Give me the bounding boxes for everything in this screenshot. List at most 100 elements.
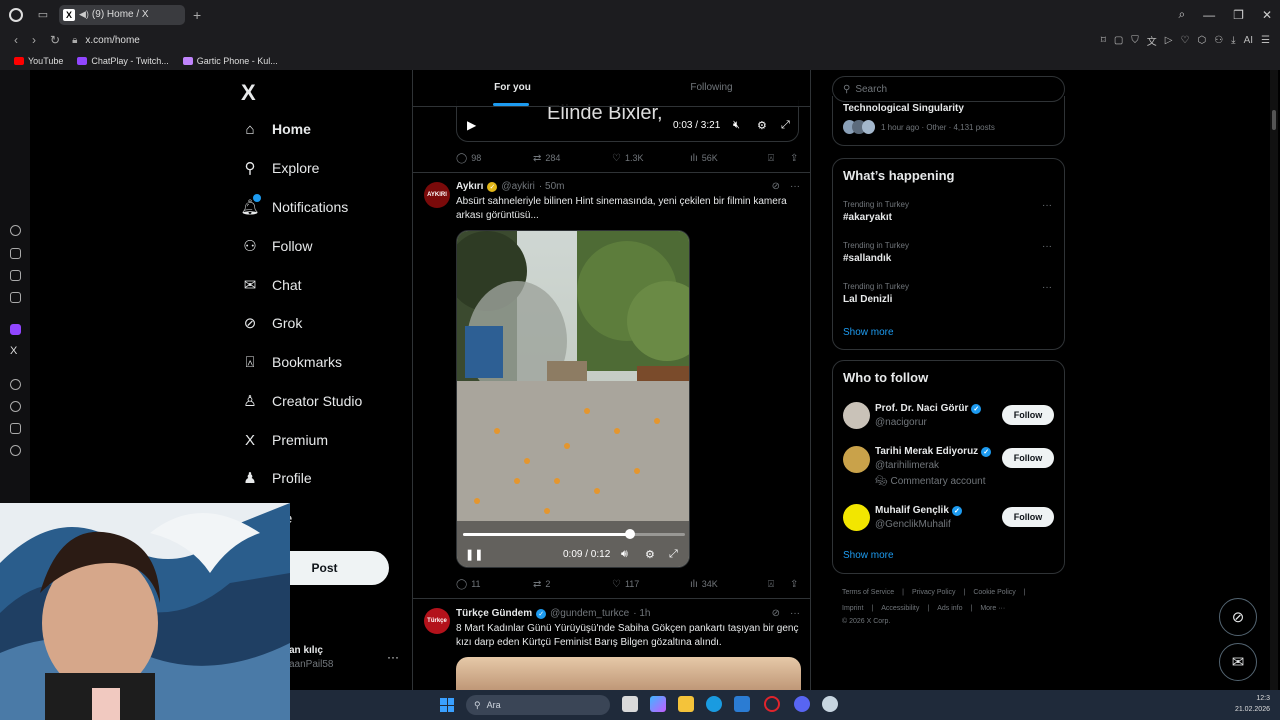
store-icon[interactable] bbox=[734, 696, 750, 712]
account-icon[interactable]: ⚇ bbox=[1214, 35, 1223, 46]
reply-button[interactable]: ◯ 98 bbox=[456, 153, 533, 164]
bookmark-chatplay[interactable]: ChatPlay - Twitch... bbox=[77, 56, 169, 66]
taskbar-search[interactable]: ⚲ Ara bbox=[466, 695, 610, 715]
like-button[interactable]: ♡ 1.3K bbox=[612, 153, 690, 164]
repost-button[interactable]: ⇄ 284 bbox=[533, 153, 612, 164]
maximize-button[interactable]: ❐ bbox=[1233, 8, 1244, 22]
sidebar-settings-icon[interactable] bbox=[10, 445, 21, 456]
account-name[interactable]: an kılıç bbox=[289, 645, 323, 656]
translate-icon[interactable]: 文 bbox=[1147, 33, 1157, 48]
follow-suggestion-handle[interactable]: @GenclikMuhalif bbox=[875, 519, 951, 530]
nav-explore[interactable]: ⚲ Explore bbox=[241, 159, 320, 177]
play-icon[interactable]: ▶ bbox=[467, 118, 476, 132]
more-icon[interactable]: ··· bbox=[1042, 200, 1052, 211]
sidebar-notes-icon[interactable] bbox=[10, 270, 21, 281]
follow-suggestion-handle[interactable]: @tarihilimerak bbox=[875, 460, 939, 471]
browser-tab[interactable]: X ◀) (9) Home / X bbox=[59, 4, 185, 25]
menu-icon[interactable]: ☰ bbox=[1261, 35, 1270, 46]
speaker-icon[interactable]: ◀) bbox=[79, 9, 89, 20]
steam-icon[interactable] bbox=[822, 696, 838, 712]
sidebar-m-icon[interactable] bbox=[10, 292, 21, 303]
video-player[interactable]: ❚❚ 0:09 / 0:12 🔊︎ ⚙ ⤢ bbox=[456, 230, 690, 568]
x-logo-icon[interactable]: X bbox=[241, 80, 256, 106]
views-button[interactable]: ılı 56K bbox=[690, 153, 768, 164]
footer-link[interactable]: Privacy Policy bbox=[912, 589, 956, 596]
grok-icon[interactable]: ⊘ bbox=[772, 608, 780, 619]
sidebar-extensions-icon[interactable] bbox=[10, 423, 21, 434]
tweet-author-handle[interactable]: @aykiri bbox=[501, 181, 535, 192]
footer-link[interactable]: More ··· bbox=[980, 605, 1005, 612]
bookmark-youtube[interactable]: YouTube bbox=[14, 56, 63, 66]
grok-float-button[interactable]: ⊘ bbox=[1219, 598, 1257, 636]
footer-link[interactable]: Imprint bbox=[842, 605, 863, 612]
share-button[interactable]: ⇪ bbox=[790, 579, 798, 590]
volume-icon[interactable]: 🔊︎ bbox=[621, 548, 628, 561]
messages-float-button[interactable]: ✉ bbox=[1219, 643, 1257, 681]
video-progress-bar[interactable] bbox=[463, 529, 685, 539]
opera-taskbar-icon[interactable] bbox=[764, 696, 780, 712]
bookmark-button[interactable]: ⍓ bbox=[768, 579, 790, 590]
footer-link[interactable]: Ads info bbox=[937, 605, 962, 612]
tab-following[interactable]: Following bbox=[612, 70, 810, 106]
avatar[interactable] bbox=[843, 402, 870, 429]
more-icon[interactable]: ··· bbox=[790, 608, 800, 619]
show-more-link[interactable]: Show more bbox=[843, 550, 894, 561]
sidebar-history-icon[interactable] bbox=[10, 225, 21, 236]
scrollbar-thumb[interactable] bbox=[1272, 110, 1276, 130]
bookmark-button[interactable]: ⍓ bbox=[768, 153, 790, 164]
show-more-link[interactable]: Show more bbox=[843, 327, 894, 338]
trend-item[interactable]: #sallandık bbox=[843, 253, 891, 264]
search-tabs-icon[interactable]: ⌕ bbox=[1178, 7, 1185, 22]
copilot-icon[interactable] bbox=[650, 696, 666, 712]
more-icon[interactable]: ··· bbox=[1042, 241, 1052, 252]
avatar[interactable]: AYKIRI bbox=[424, 182, 450, 208]
nav-bookmarks[interactable]: ⍓ Bookmarks bbox=[241, 353, 342, 371]
play-icon[interactable]: ▷ bbox=[1165, 35, 1173, 46]
nav-home[interactable]: ⌂ Home bbox=[241, 120, 310, 138]
new-tab-button[interactable]: + bbox=[193, 7, 201, 23]
sidebar-twitch-icon[interactable] bbox=[10, 324, 21, 335]
avatar[interactable] bbox=[843, 504, 870, 531]
sidebar-wallet-icon[interactable] bbox=[10, 248, 21, 259]
bookmark-page-icon[interactable]: ⌑ bbox=[1101, 35, 1106, 46]
footer-link[interactable]: Terms of Service bbox=[842, 589, 894, 596]
follow-suggestion-name[interactable]: Tarihi Merak Ediyoruz ✓ bbox=[875, 446, 992, 457]
discord-icon[interactable] bbox=[794, 696, 810, 712]
nav-notifications[interactable]: 🔔︎ Notifications bbox=[240, 194, 348, 216]
more-icon[interactable]: ··· bbox=[790, 181, 800, 192]
sidebar-player-icon[interactable] bbox=[10, 379, 21, 390]
reload-button[interactable]: ↻ bbox=[50, 33, 60, 47]
tweet-media-image[interactable] bbox=[456, 657, 801, 690]
video-progress-knob[interactable] bbox=[624, 529, 635, 539]
fullscreen-icon[interactable]: ⤢ bbox=[781, 119, 790, 132]
tweet-time[interactable]: · 50m bbox=[539, 181, 565, 192]
settings-icon[interactable]: ⚙ bbox=[757, 119, 767, 132]
follow-button[interactable]: Follow bbox=[1002, 507, 1054, 527]
follow-button[interactable]: Follow bbox=[1002, 405, 1054, 425]
file-explorer-icon[interactable] bbox=[678, 696, 694, 712]
avatar[interactable]: Türkçe bbox=[424, 608, 450, 634]
bookmark-gartic[interactable]: Gartic Phone - Kul... bbox=[182, 56, 278, 66]
follow-suggestion-name[interactable]: Prof. Dr. Naci Görür ✓ bbox=[875, 403, 982, 414]
close-button[interactable]: ✕ bbox=[1262, 8, 1272, 22]
ai-button[interactable]: AI bbox=[1244, 35, 1253, 46]
extensions-icon[interactable]: ⬡ bbox=[1197, 35, 1206, 46]
lock-icon[interactable]: 🔒︎ bbox=[72, 35, 77, 46]
like-button[interactable]: ♡ 117 bbox=[612, 579, 690, 590]
tab-for-you[interactable]: For you bbox=[413, 70, 612, 106]
nav-profile[interactable]: ♟ Profile bbox=[241, 469, 311, 487]
back-button[interactable]: ‹ bbox=[14, 33, 18, 47]
windows-start-icon[interactable] bbox=[440, 698, 454, 712]
nav-creator-studio[interactable]: ♙ Creator Studio bbox=[241, 392, 362, 410]
tab-menu-icon[interactable]: ▭ bbox=[35, 7, 51, 23]
snapshot-icon[interactable]: ▢ bbox=[1114, 35, 1123, 46]
minimize-button[interactable]: — bbox=[1203, 8, 1215, 22]
fullscreen-icon[interactable]: ⤢ bbox=[669, 548, 678, 561]
repost-button[interactable]: ⇄ 2 bbox=[533, 579, 612, 590]
views-button[interactable]: ılı 34K bbox=[690, 579, 768, 590]
mute-icon[interactable]: 🔇︎ bbox=[733, 119, 740, 132]
sidebar-clock-icon[interactable] bbox=[10, 401, 21, 412]
pause-icon[interactable]: ❚❚ bbox=[465, 548, 483, 561]
trend-item[interactable]: #akaryakıt bbox=[843, 212, 892, 223]
nav-chat[interactable]: ✉ Chat bbox=[241, 276, 302, 294]
